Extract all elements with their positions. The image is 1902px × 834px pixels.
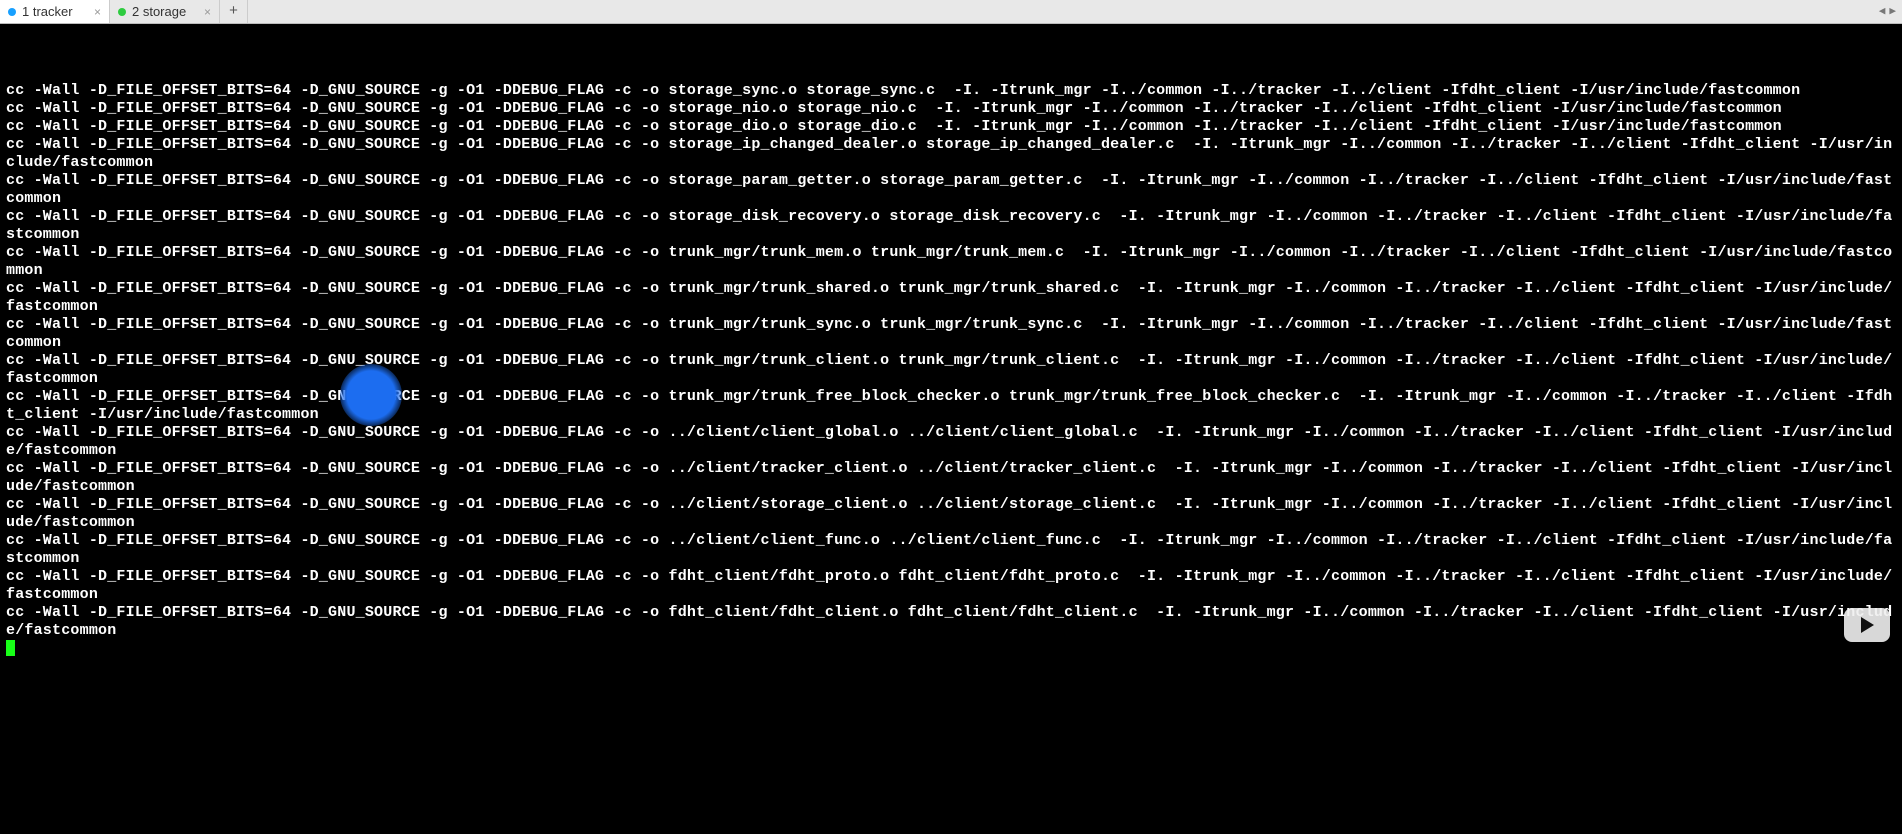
nav-right-icon[interactable]: ▶ <box>1889 3 1896 21</box>
terminal-line: cc -Wall -D_FILE_OFFSET_BITS=64 -D_GNU_S… <box>6 208 1896 244</box>
tab-storage[interactable]: 2 storage × <box>110 0 220 23</box>
terminal-line: cc -Wall -D_FILE_OFFSET_BITS=64 -D_GNU_S… <box>6 388 1896 424</box>
tab-tracker[interactable]: 1 tracker × <box>0 0 110 23</box>
terminal-line: cc -Wall -D_FILE_OFFSET_BITS=64 -D_GNU_S… <box>6 244 1896 280</box>
terminal-line: cc -Wall -D_FILE_OFFSET_BITS=64 -D_GNU_S… <box>6 460 1896 496</box>
terminal-line: cc -Wall -D_FILE_OFFSET_BITS=64 -D_GNU_S… <box>6 280 1896 316</box>
tab-label: 1 tracker <box>22 3 73 21</box>
terminal-output[interactable]: cc -Wall -D_FILE_OFFSET_BITS=64 -D_GNU_S… <box>0 24 1902 662</box>
dot-icon <box>118 8 126 16</box>
tab-label: 2 storage <box>132 3 186 21</box>
new-tab-button[interactable]: + <box>220 0 248 23</box>
terminal-line: cc -Wall -D_FILE_OFFSET_BITS=64 -D_GNU_S… <box>6 136 1896 172</box>
tab-bar: 1 tracker × 2 storage × + ◀ ▶ <box>0 0 1902 24</box>
tab-nav: ◀ ▶ <box>1873 0 1902 23</box>
terminal-line: cc -Wall -D_FILE_OFFSET_BITS=64 -D_GNU_S… <box>6 568 1896 604</box>
nav-left-icon[interactable]: ◀ <box>1879 3 1886 21</box>
terminal-line: cc -Wall -D_FILE_OFFSET_BITS=64 -D_GNU_S… <box>6 532 1896 568</box>
terminal-line: cc -Wall -D_FILE_OFFSET_BITS=64 -D_GNU_S… <box>6 172 1896 208</box>
terminal-line: cc -Wall -D_FILE_OFFSET_BITS=64 -D_GNU_S… <box>6 604 1896 640</box>
terminal-line: cc -Wall -D_FILE_OFFSET_BITS=64 -D_GNU_S… <box>6 82 1896 100</box>
terminal-line: cc -Wall -D_FILE_OFFSET_BITS=64 -D_GNU_S… <box>6 118 1896 136</box>
terminal-line: cc -Wall -D_FILE_OFFSET_BITS=64 -D_GNU_S… <box>6 100 1896 118</box>
terminal-cursor <box>6 640 15 656</box>
play-icon[interactable] <box>1844 608 1890 642</box>
dot-icon <box>8 8 16 16</box>
plus-icon: + <box>229 3 238 21</box>
terminal-line: cc -Wall -D_FILE_OFFSET_BITS=64 -D_GNU_S… <box>6 316 1896 352</box>
terminal-line: cc -Wall -D_FILE_OFFSET_BITS=64 -D_GNU_S… <box>6 496 1896 532</box>
terminal-line: cc -Wall -D_FILE_OFFSET_BITS=64 -D_GNU_S… <box>6 352 1896 388</box>
close-icon[interactable]: × <box>94 3 101 21</box>
terminal-line: cc -Wall -D_FILE_OFFSET_BITS=64 -D_GNU_S… <box>6 424 1896 460</box>
close-icon[interactable]: × <box>204 3 211 21</box>
